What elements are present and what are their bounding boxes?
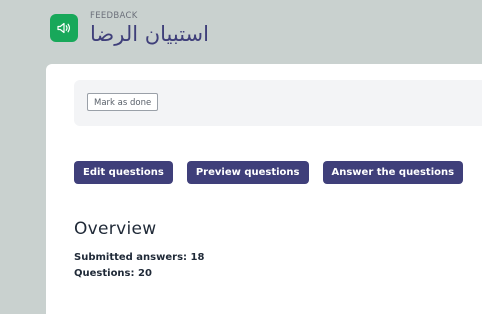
answer-questions-button[interactable]: Answer the questions: [322, 161, 464, 184]
edit-questions-button[interactable]: Edit questions: [74, 161, 173, 184]
overview-heading: Overview: [74, 219, 157, 239]
module-type-label: FEEDBACK: [90, 11, 138, 21]
preview-questions-button[interactable]: Preview questions: [186, 161, 309, 184]
feedback-module-icon: [50, 14, 78, 42]
page-title: استبيان الرضا: [90, 22, 209, 46]
megaphone-icon: [57, 22, 71, 34]
submitted-answers-stat: Submitted answers: 18: [74, 252, 205, 263]
page-header: FEEDBACK استبيان الرضا: [50, 10, 209, 54]
mark-as-done-button[interactable]: Mark as done: [87, 93, 159, 111]
main-panel: Mark as done Edit questions Preview ques…: [46, 64, 482, 314]
questions-stat: Questions: 20: [74, 268, 152, 279]
action-buttons: Edit questions Preview questions Answer …: [74, 161, 477, 184]
activity-completion-bar: Mark as done: [74, 80, 482, 126]
